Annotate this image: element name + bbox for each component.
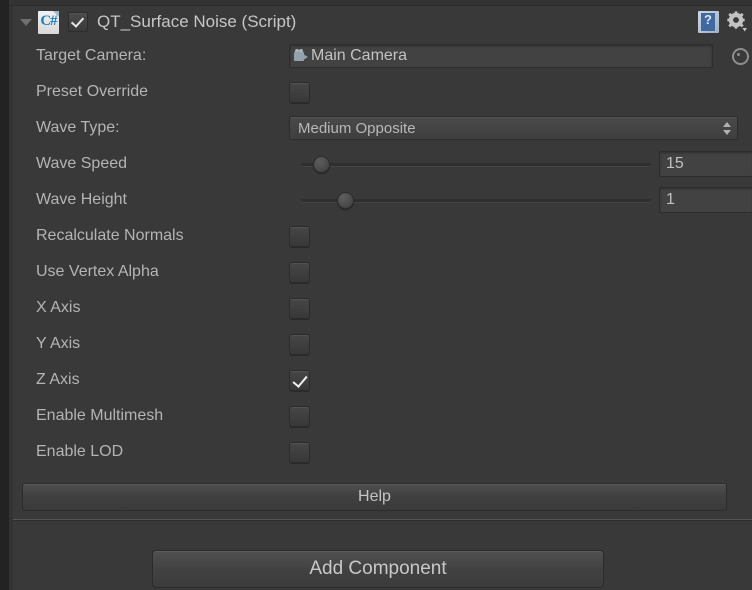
wave-type-value: Medium Opposite — [298, 119, 416, 137]
row-target-camera: Target Camera: Main Camera — [13, 38, 752, 74]
preset-override-field-wrap — [289, 81, 310, 103]
help-button[interactable]: Help — [22, 483, 727, 511]
row-x-axis: X Axis — [13, 290, 752, 326]
row-recalculate-normals: Recalculate Normals — [13, 218, 752, 254]
row-z-axis: Z Axis — [13, 362, 752, 398]
x-axis-checkbox[interactable] — [289, 297, 310, 319]
foldout-toggle[interactable] — [17, 13, 35, 31]
row-wave-speed: Wave Speed 15 — [13, 146, 752, 182]
wave-height-number-field[interactable]: 1 — [659, 187, 752, 213]
label-wave-speed: Wave Speed — [36, 155, 128, 172]
target-camera-object-field[interactable]: Main Camera — [289, 44, 713, 68]
wave-speed-number-field[interactable]: 15 — [659, 151, 752, 177]
label-z-axis: Z Axis — [36, 371, 80, 388]
component-header[interactable]: C# QT_Surface Noise (Script) ? — [13, 6, 752, 38]
inspector-panel: C# QT_Surface Noise (Script) ? Target Ca… — [0, 0, 752, 590]
row-enable-multimesh: Enable Multimesh — [13, 398, 752, 434]
label-enable-lod: Enable LOD — [36, 443, 124, 460]
csharp-script-icon: C# — [38, 10, 59, 34]
row-use-vertex-alpha: Use Vertex Alpha — [13, 254, 752, 290]
row-enable-lod: Enable LOD — [13, 434, 752, 470]
left-gutter — [0, 0, 9, 590]
y-axis-checkbox[interactable] — [289, 333, 310, 355]
header-actions: ? — [698, 6, 748, 38]
label-wave-height: Wave Height — [36, 191, 127, 208]
label-target-camera: Target Camera: — [36, 47, 147, 64]
row-preset-override: Preset Override — [13, 74, 752, 110]
target-camera-value: Main Camera — [311, 47, 408, 64]
label-x-axis: X Axis — [36, 299, 81, 316]
enable-lod-checkbox[interactable] — [289, 441, 310, 463]
wave-speed-slider[interactable] — [301, 153, 651, 175]
wave-height-value: 1 — [666, 191, 675, 208]
use-vertex-alpha-checkbox[interactable] — [289, 261, 310, 283]
chevron-down-icon — [20, 18, 32, 26]
object-picker-icon[interactable] — [731, 47, 749, 65]
recalculate-normals-checkbox[interactable] — [289, 225, 310, 247]
wave-height-slider-knob[interactable] — [337, 192, 354, 209]
row-wave-type: Wave Type: Medium Opposite — [13, 110, 752, 146]
wave-type-dropdown[interactable]: Medium Opposite — [289, 116, 738, 140]
target-camera-field-wrap: Main Camera — [289, 44, 713, 68]
enable-multimesh-checkbox[interactable] — [289, 405, 310, 427]
label-recalculate-normals: Recalculate Normals — [36, 227, 184, 244]
row-y-axis: Y Axis — [13, 326, 752, 362]
wave-speed-value: 15 — [666, 155, 684, 172]
label-use-vertex-alpha: Use Vertex Alpha — [36, 263, 159, 280]
label-preset-override: Preset Override — [36, 83, 149, 100]
wave-speed-slider-track — [301, 163, 651, 166]
wave-height-slider[interactable] — [301, 189, 651, 211]
label-wave-type: Wave Type: — [36, 119, 120, 136]
component-title: QT_Surface Noise (Script) — [97, 12, 297, 31]
chevron-updown-icon — [722, 117, 732, 139]
gear-icon[interactable] — [726, 11, 748, 33]
row-wave-height: Wave Height 1 — [13, 182, 752, 218]
wave-type-field-wrap: Medium Opposite — [289, 116, 738, 140]
label-y-axis: Y Axis — [36, 335, 81, 352]
camera-icon — [293, 49, 309, 63]
label-enable-multimesh: Enable Multimesh — [36, 407, 164, 424]
section-divider-shadow — [13, 520, 752, 521]
z-axis-checkbox[interactable] — [289, 369, 310, 391]
help-book-icon[interactable]: ? — [698, 11, 719, 33]
component-enabled-checkbox[interactable] — [68, 12, 88, 32]
preset-override-checkbox[interactable] — [289, 81, 310, 103]
add-component-button[interactable]: Add Component — [152, 550, 604, 588]
wave-speed-slider-knob[interactable] — [313, 156, 330, 173]
